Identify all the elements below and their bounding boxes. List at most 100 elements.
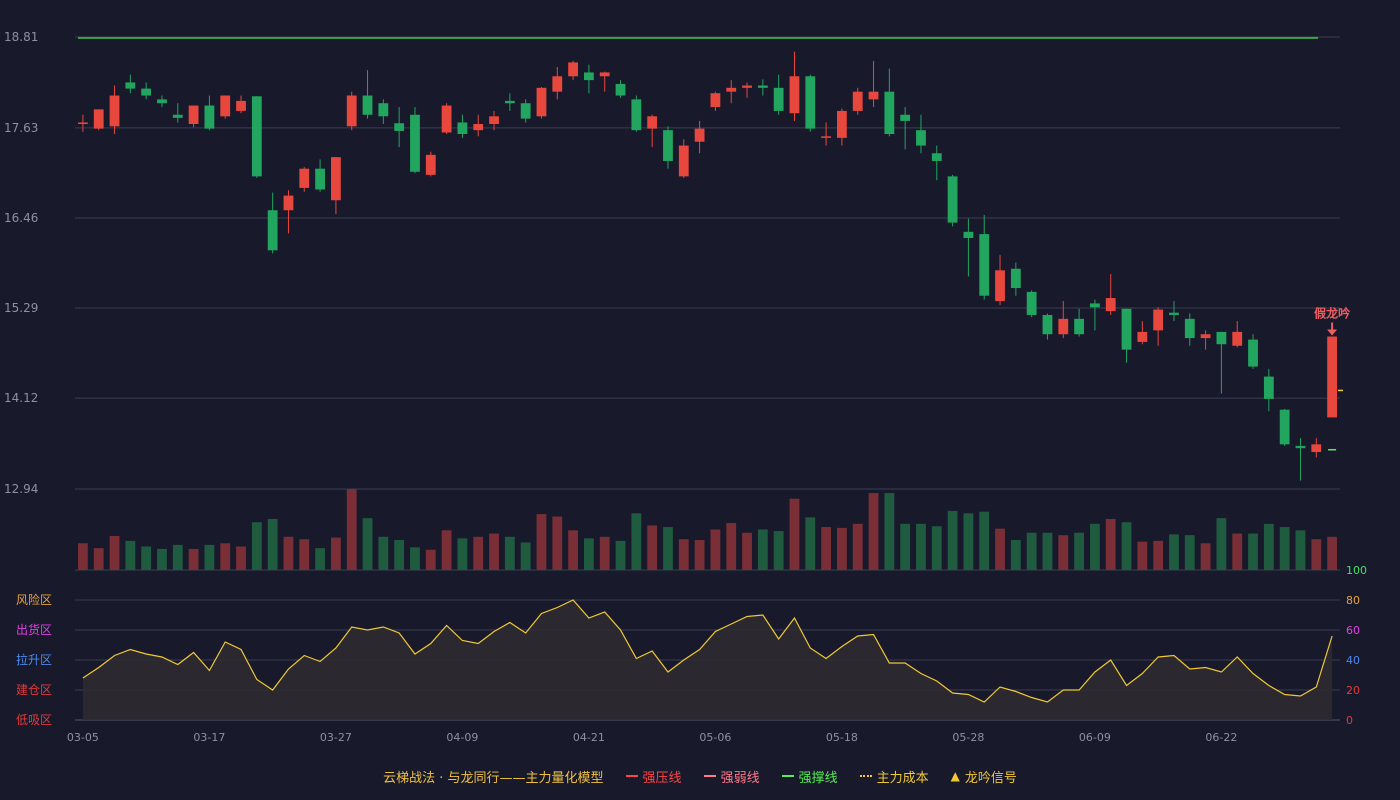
candle-body xyxy=(1058,318,1069,335)
volume-bar xyxy=(726,523,737,570)
date-tick-label: 04-09 xyxy=(446,731,478,744)
volume-bar xyxy=(362,518,373,570)
candle-body xyxy=(805,76,816,129)
candle-body xyxy=(394,123,405,131)
volume-bar xyxy=(267,518,278,570)
volume-bar xyxy=(789,498,800,570)
volume-bar xyxy=(1216,518,1227,570)
candle-body xyxy=(742,85,752,88)
volume-bar xyxy=(821,527,831,570)
volume-bar xyxy=(1279,527,1290,570)
volume-bar xyxy=(1026,532,1037,570)
legend-label-dragon-signal: 龙吟信号 xyxy=(964,770,1017,786)
candle-body xyxy=(599,72,610,77)
volume-bar xyxy=(1153,540,1164,570)
volume-bar xyxy=(93,548,104,570)
date-tick-label: 05-18 xyxy=(826,731,858,744)
candle-body xyxy=(931,153,942,161)
legend-item-strong-pressure[interactable]: 强压线 xyxy=(625,767,682,786)
volume-bar xyxy=(441,530,452,570)
candle-body xyxy=(995,270,1005,302)
candlestick-chart: 18.81 17.63 16.46 15.29 14.12 12.94 假龙吟 100 80 60… xyxy=(4,30,1367,744)
candle-body xyxy=(647,116,658,129)
price-tick-label: 17.63 xyxy=(4,121,38,135)
candle-body xyxy=(441,105,452,133)
volume-bar xyxy=(520,542,531,570)
candle-body xyxy=(1105,298,1116,312)
candle-body xyxy=(757,85,768,88)
volume-bar xyxy=(251,522,262,570)
osc-tick-label: 80 xyxy=(1346,594,1360,607)
volume-bar xyxy=(1121,522,1132,570)
volume-bar xyxy=(188,548,199,570)
candle-body xyxy=(1279,409,1290,445)
volume-bar xyxy=(1232,533,1243,570)
candle-body xyxy=(710,93,721,108)
candle-body xyxy=(1216,331,1227,345)
volume-bar xyxy=(837,527,847,570)
candle-body xyxy=(410,114,420,172)
date-tick-label: 05-06 xyxy=(699,731,731,744)
candle-body xyxy=(78,122,88,125)
volume-bar xyxy=(1010,540,1021,570)
legend-item-dragon-signal[interactable]: ▲ 龙吟信号 xyxy=(951,767,1017,786)
volume-bar xyxy=(78,543,88,570)
osc-tick-label: 40 xyxy=(1346,654,1360,667)
date-tick-label: 03-05 xyxy=(67,731,99,744)
zone-label: 风险区 xyxy=(16,592,52,607)
legend-label-main-cost: 主力成本 xyxy=(876,770,929,786)
candle-body xyxy=(726,87,737,92)
zone-label: 出货区 xyxy=(16,622,52,637)
candle-body xyxy=(1327,336,1337,418)
volume-bar xyxy=(331,537,341,570)
candle-body xyxy=(773,87,784,111)
candle-body xyxy=(267,210,278,251)
volume-bar xyxy=(425,549,436,570)
volume-bar xyxy=(805,517,816,570)
candle-body xyxy=(109,95,120,127)
candle-body xyxy=(473,124,484,131)
legend-item-strength-line[interactable]: 强弱线 xyxy=(703,767,760,786)
candle-body xyxy=(172,114,183,118)
candle-body xyxy=(1153,309,1164,331)
price-tick-label: 18.81 xyxy=(4,30,38,44)
candle-body xyxy=(1010,268,1021,289)
volume-bar xyxy=(995,528,1005,570)
volume-bar xyxy=(900,523,911,570)
candle-body xyxy=(1200,334,1211,339)
candle-body xyxy=(1121,308,1132,350)
candle-body xyxy=(1311,444,1322,453)
candle-body xyxy=(1263,376,1274,399)
zone-label: 拉升区 xyxy=(16,652,52,667)
osc-tick-label: 20 xyxy=(1346,684,1360,697)
candle-body xyxy=(204,105,215,129)
candle-body xyxy=(220,95,231,117)
candle-body xyxy=(157,99,167,104)
volume-bar xyxy=(599,536,610,570)
price-tick-label: 16.46 xyxy=(4,211,38,225)
candle-body xyxy=(188,105,199,125)
volume-bar xyxy=(1042,532,1053,570)
legend-item-strong-support[interactable]: 强撑线 xyxy=(781,767,838,786)
candle-body xyxy=(837,110,847,138)
legend-item-main-cost[interactable]: 主力成本 xyxy=(859,767,929,786)
price-tick-label: 15.29 xyxy=(4,301,38,315)
candle-body xyxy=(520,103,531,119)
candle-body xyxy=(1026,291,1037,315)
volume-bar xyxy=(1090,523,1100,570)
candle-body xyxy=(1232,331,1243,346)
osc-tick-label: 0 xyxy=(1346,714,1353,727)
triangle-icon: ▲ xyxy=(950,769,960,783)
volume-bar xyxy=(236,546,246,570)
volume-bar xyxy=(1263,523,1274,570)
volume-bar xyxy=(663,527,673,570)
candle-body xyxy=(315,168,325,190)
candle-body xyxy=(1169,312,1179,315)
volume-bar xyxy=(378,536,389,570)
candle-body xyxy=(489,116,499,125)
osc-tick-label: 100 xyxy=(1346,564,1367,577)
volume-bar xyxy=(1105,518,1116,570)
candle-body xyxy=(615,83,626,96)
volume-bar xyxy=(852,523,863,570)
volume-bar xyxy=(172,544,183,570)
